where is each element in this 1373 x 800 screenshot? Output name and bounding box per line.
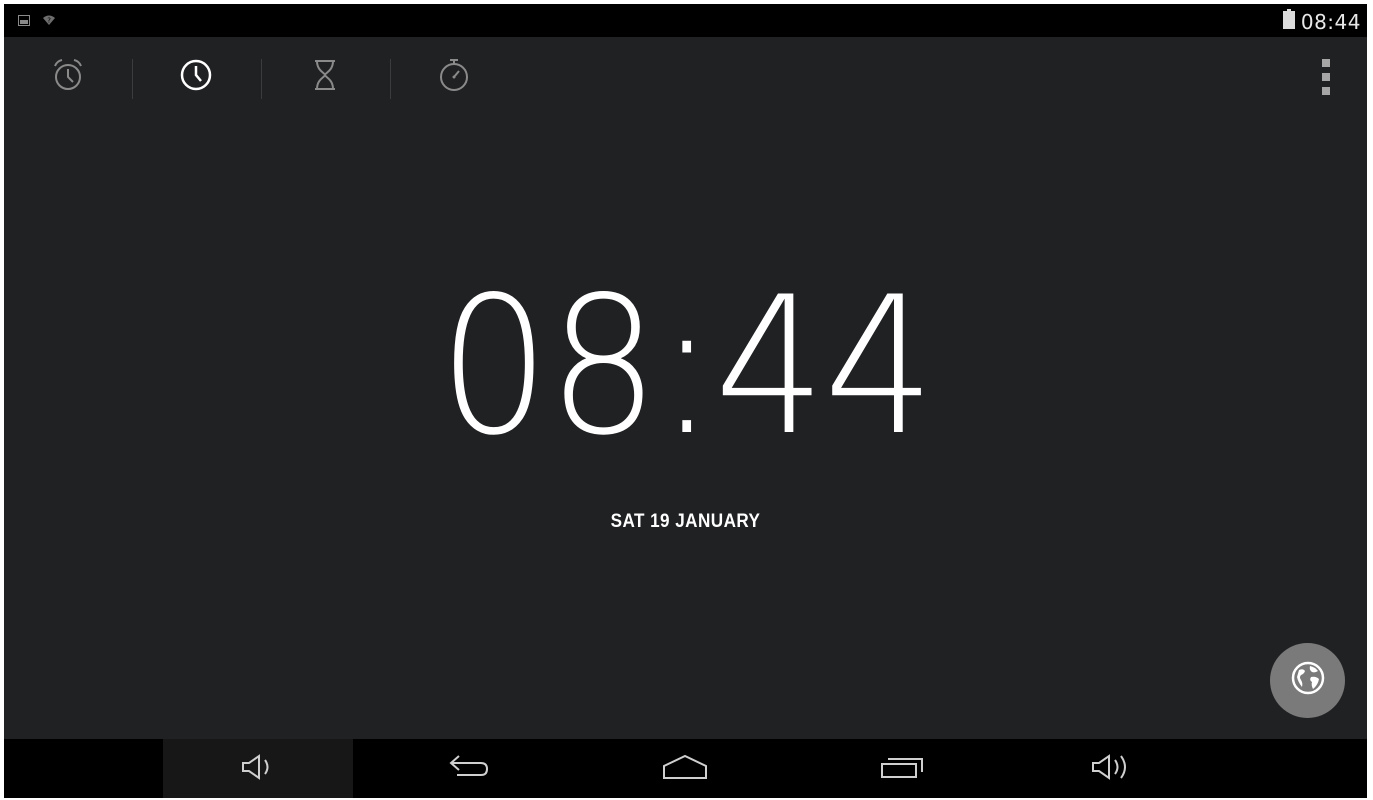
overflow-menu-icon (1322, 59, 1330, 67)
svg-text:?: ? (47, 17, 51, 25)
status-bar: ? 08:44 (4, 4, 1367, 37)
tab-divider (390, 59, 391, 99)
volume-up-button[interactable] (1087, 751, 1137, 787)
battery-icon (1282, 9, 1295, 34)
volume-down-button[interactable] (233, 751, 283, 787)
status-bar-time: 08:44 (1300, 9, 1361, 34)
globe-icon (1290, 660, 1326, 701)
alarm-icon (50, 57, 86, 98)
volume-down-icon (240, 753, 276, 786)
tab-clock[interactable] (174, 55, 218, 99)
wifi-icon: ? (42, 13, 56, 31)
stopwatch-icon (437, 57, 471, 98)
navigation-bar (4, 739, 1367, 798)
home-icon (661, 753, 709, 786)
volume-up-icon (1090, 752, 1134, 787)
recent-apps-icon (879, 754, 925, 785)
tab-divider (132, 59, 133, 99)
status-bar-system: 08:44 (1282, 9, 1361, 34)
clock-icon (179, 58, 213, 97)
tab-timer[interactable] (303, 55, 347, 99)
timer-icon (312, 59, 338, 96)
tab-divider (261, 59, 262, 99)
digital-clock: 08:44 (4, 272, 1367, 462)
back-icon (447, 752, 491, 787)
tab-alarm[interactable] (46, 55, 90, 99)
clock-app-screen: ? 08:44 08:44 SAT 19 JANUARY (4, 4, 1367, 798)
recent-apps-button[interactable] (877, 751, 927, 787)
tab-bar (4, 37, 1367, 117)
screenshot-notification-icon (18, 13, 30, 31)
overflow-menu-button[interactable] (1321, 59, 1331, 95)
clock-time: 08:44 (438, 256, 934, 477)
home-button[interactable] (660, 751, 710, 787)
back-button[interactable] (444, 751, 494, 787)
world-clock-button[interactable] (1270, 643, 1345, 718)
status-bar-notifications: ? (18, 13, 56, 31)
tab-stopwatch[interactable] (432, 55, 476, 99)
clock-date: SAT 19 JANUARY (610, 511, 761, 532)
